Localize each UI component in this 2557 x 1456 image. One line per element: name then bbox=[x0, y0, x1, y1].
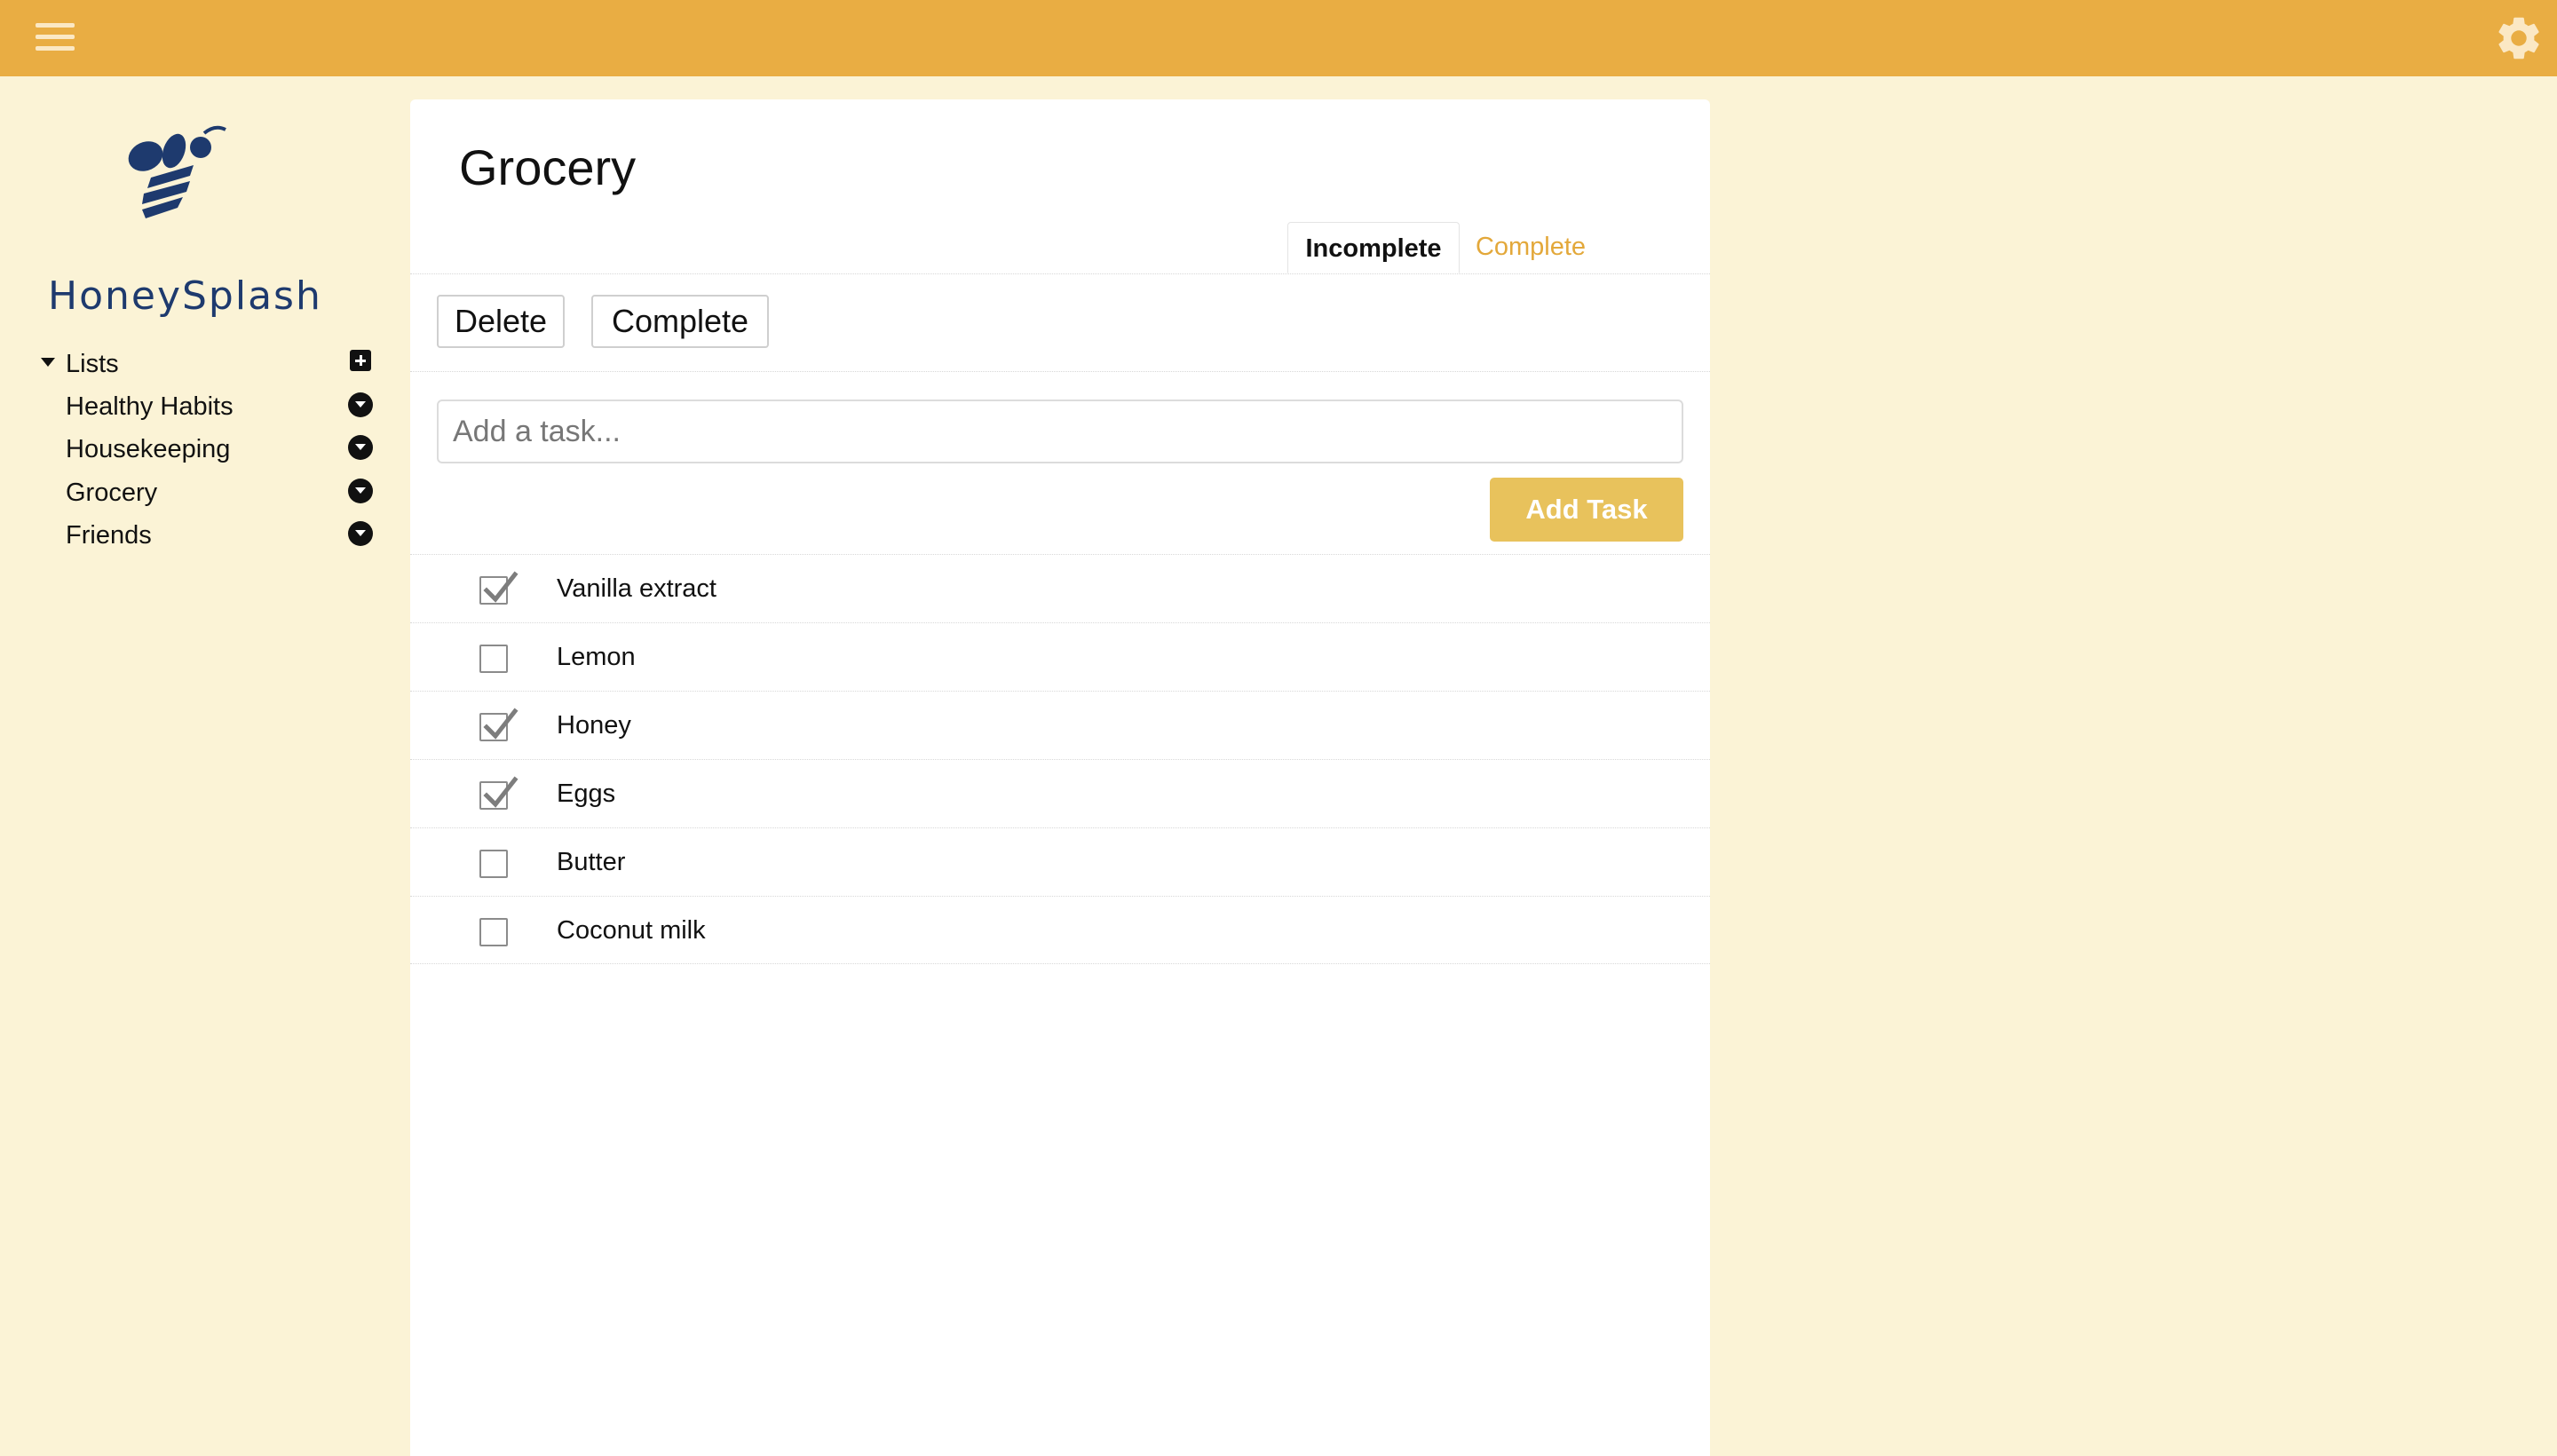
sidebar-item-label: Healthy Habits bbox=[66, 392, 234, 421]
task-row[interactable]: Honey bbox=[410, 691, 1710, 759]
checkmark-icon bbox=[483, 776, 519, 808]
hamburger-menu-icon[interactable] bbox=[36, 21, 76, 53]
chevron-circle-down-icon[interactable] bbox=[348, 435, 373, 460]
sidebar-item-housekeeping[interactable]: Housekeeping bbox=[66, 431, 373, 471]
top-bar bbox=[0, 0, 2557, 76]
tabs-divider bbox=[410, 273, 1710, 274]
task-label: Honey bbox=[557, 711, 631, 740]
chevron-circle-down-icon[interactable] bbox=[348, 521, 373, 546]
sidebar-item-label: Grocery bbox=[66, 479, 158, 507]
task-list: Vanilla extract Lemon Honey Eggs Butter Cocon… bbox=[410, 554, 1710, 964]
task-label: Eggs bbox=[557, 779, 616, 808]
tab-complete[interactable]: Complete bbox=[1460, 222, 1602, 273]
task-checkbox[interactable] bbox=[479, 645, 508, 673]
task-checkbox-checked[interactable] bbox=[479, 571, 519, 605]
task-checkbox-checked[interactable] bbox=[479, 776, 519, 810]
task-row[interactable]: Vanilla extract bbox=[410, 554, 1710, 622]
task-checkbox[interactable] bbox=[479, 850, 508, 878]
sidebar-item-label: Housekeeping bbox=[66, 435, 231, 463]
list-panel: Grocery Incomplete Complete Delete Compl… bbox=[410, 99, 1710, 1456]
checkmark-icon bbox=[483, 571, 519, 603]
lists-section-label[interactable]: Lists bbox=[66, 350, 119, 379]
actions-divider bbox=[410, 371, 1710, 372]
sidebar-item-friends[interactable]: Friends bbox=[66, 518, 373, 557]
task-label: Vanilla extract bbox=[557, 574, 716, 603]
task-checkbox-checked[interactable] bbox=[479, 708, 519, 741]
delete-button[interactable]: Delete bbox=[437, 295, 565, 348]
task-row[interactable]: Coconut milk bbox=[410, 896, 1710, 964]
tab-incomplete[interactable]: Incomplete bbox=[1287, 222, 1460, 273]
sidebar-item-grocery[interactable]: Grocery bbox=[66, 475, 373, 514]
lists-section-header: Lists bbox=[39, 348, 373, 384]
task-row[interactable]: Lemon bbox=[410, 622, 1710, 691]
brand-name: HoneySplash bbox=[48, 273, 322, 319]
task-label: Lemon bbox=[557, 643, 636, 671]
sidebar-item-label: Friends bbox=[66, 521, 152, 550]
task-checkbox[interactable] bbox=[479, 918, 508, 946]
add-task-input[interactable] bbox=[437, 400, 1683, 463]
chevron-circle-down-icon[interactable] bbox=[348, 479, 373, 503]
caret-down-icon[interactable] bbox=[41, 358, 55, 367]
bee-logo bbox=[128, 125, 226, 218]
task-label: Butter bbox=[557, 848, 626, 876]
task-label: Coconut milk bbox=[557, 916, 706, 945]
chevron-circle-down-icon[interactable] bbox=[348, 392, 373, 417]
task-row[interactable]: Butter bbox=[410, 827, 1710, 896]
add-task-button[interactable]: Add Task bbox=[1490, 478, 1683, 542]
checkmark-icon bbox=[483, 708, 519, 740]
sidebar: HoneySplash Lists Healthy Habits Houseke… bbox=[0, 76, 408, 1456]
plus-square-icon[interactable] bbox=[350, 350, 371, 371]
gear-icon[interactable] bbox=[2493, 12, 2545, 64]
complete-button[interactable]: Complete bbox=[591, 295, 769, 348]
sidebar-item-healthy-habits[interactable]: Healthy Habits bbox=[66, 389, 373, 428]
task-row[interactable]: Eggs bbox=[410, 759, 1710, 827]
page-title: Grocery bbox=[459, 139, 637, 195]
